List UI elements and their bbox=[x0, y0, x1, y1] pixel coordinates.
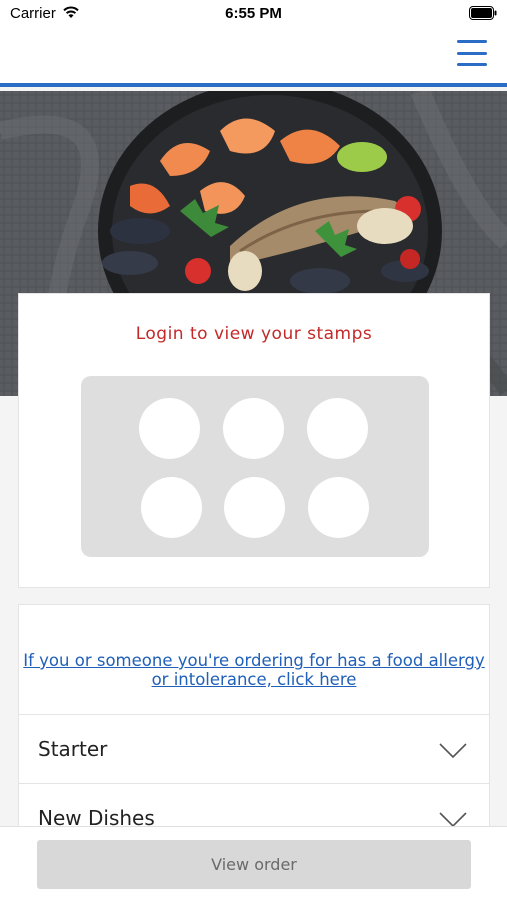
category-label: Starter bbox=[38, 737, 108, 761]
stamp-slot bbox=[307, 398, 368, 459]
stamp-slot bbox=[139, 398, 200, 459]
bottom-bar: View order bbox=[0, 826, 507, 900]
nav-bar bbox=[0, 30, 507, 87]
chevron-down-icon bbox=[439, 743, 467, 759]
stamp-slot bbox=[141, 477, 202, 538]
category-row-starter[interactable]: Starter bbox=[19, 714, 489, 783]
allergy-info-link[interactable]: If you or someone you're ordering for ha… bbox=[19, 651, 489, 689]
stamp-board bbox=[81, 376, 429, 557]
status-time: 6:55 PM bbox=[225, 5, 282, 22]
stamp-slot bbox=[223, 398, 284, 459]
stamps-login-prompt[interactable]: Login to view your stamps bbox=[19, 324, 489, 344]
view-order-button[interactable]: View order bbox=[37, 840, 471, 889]
battery-icon bbox=[469, 6, 497, 20]
stamp-slot bbox=[224, 477, 285, 538]
stamp-card: Login to view your stamps bbox=[18, 293, 490, 588]
hamburger-menu-icon[interactable] bbox=[457, 40, 487, 66]
stamp-slot bbox=[308, 477, 369, 538]
status-bar: Carrier 6:55 PM bbox=[0, 0, 507, 30]
